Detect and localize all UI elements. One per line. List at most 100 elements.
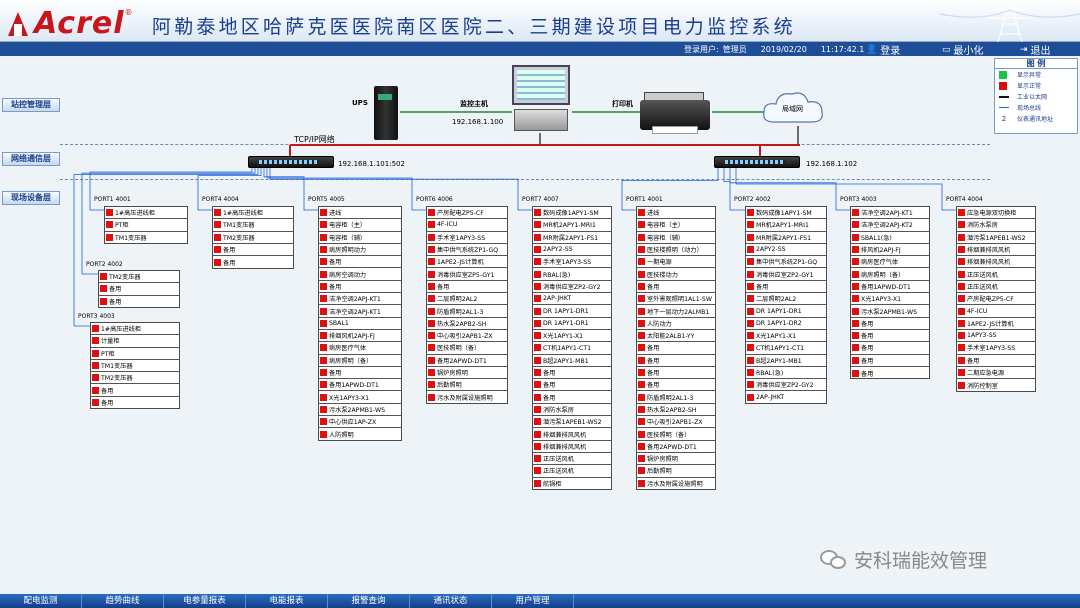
monitor-host-icon[interactable] — [512, 65, 570, 133]
device-row[interactable]: 二层照明2AL2 — [746, 293, 826, 306]
device-row[interactable]: 1#高压进线柜 — [91, 323, 179, 336]
device-row[interactable]: 人防照明 — [319, 428, 401, 440]
device-row[interactable]: 航锅柜 — [533, 478, 611, 490]
device-row[interactable]: 产房配电ZP5-CF — [957, 293, 1035, 306]
device-row[interactable]: TM1变压器 — [91, 360, 179, 373]
printer-icon[interactable] — [640, 92, 712, 136]
device-row[interactable]: 洁净空调2APJ-KT1 — [851, 207, 929, 220]
tab-communication-status[interactable]: 通讯状态 — [410, 594, 492, 608]
device-row[interactable]: 消毒供应室ZP2-GY2 — [746, 379, 826, 392]
device-row[interactable]: 备用 — [427, 281, 507, 294]
device-row[interactable]: CT机1APY1-CT1 — [533, 342, 611, 355]
network-switch-1[interactable] — [248, 156, 334, 168]
tab-energy-report[interactable]: 电能报表 — [246, 594, 328, 608]
device-row[interactable]: SBAL1(急) — [851, 232, 929, 244]
device-row[interactable]: 医技楼动力 — [637, 269, 715, 281]
device-row[interactable]: 污水及附属设施照明 — [427, 392, 507, 404]
device-row[interactable]: 病房照明动力 — [319, 244, 401, 257]
device-row[interactable]: 数码成像1APY1-SM — [533, 207, 611, 220]
device-row[interactable]: 污水泵2APMB1-WS — [319, 404, 401, 417]
device-row[interactable]: 备用 — [637, 342, 715, 355]
device-row[interactable]: 备用 — [637, 367, 715, 380]
device-row[interactable]: 病房空调动力 — [319, 269, 401, 281]
device-row[interactable]: 病房医疗气体 — [851, 256, 929, 269]
device-row[interactable]: 备用 — [851, 367, 929, 379]
device-row[interactable]: 备用1APWD-DT1 — [319, 379, 401, 392]
device-row[interactable]: MR机2APY1-MRI1 — [746, 219, 826, 232]
device-row[interactable]: 备用 — [957, 355, 1035, 367]
device-row[interactable]: 电容柜（辅） — [319, 232, 401, 244]
device-row[interactable]: 二层照明2AL2 — [427, 293, 507, 306]
device-row[interactable]: 地下一层动力2ALMB1 — [637, 305, 715, 318]
network-switch-2[interactable] — [714, 156, 800, 168]
device-row[interactable]: MR附属2APY1-FS1 — [533, 232, 611, 244]
device-row[interactable]: 备用 — [99, 296, 179, 308]
device-row[interactable]: 防盾照明2AL1-3 — [427, 305, 507, 318]
device-row[interactable]: 进线 — [637, 207, 715, 220]
device-row[interactable]: 二期应急电源 — [957, 367, 1035, 380]
device-row[interactable]: 2AP-JHKT — [746, 392, 826, 404]
device-row[interactable]: 1APE2-JS计算机 — [957, 318, 1035, 330]
device-row[interactable]: 洁净空调2APJ-KT1 — [319, 293, 401, 306]
device-row[interactable]: 中心供应1AP-ZX — [319, 416, 401, 429]
device-row[interactable]: 备用 — [319, 281, 401, 294]
device-row[interactable]: 排风机2APJ-FJ — [851, 244, 929, 257]
device-row[interactable]: 1APY3-SS — [957, 330, 1035, 343]
device-row[interactable]: TM2变压器 — [99, 271, 179, 284]
device-row[interactable]: 锅炉房照明 — [637, 453, 715, 466]
device-row[interactable]: 备用 — [851, 318, 929, 330]
device-row[interactable]: 正压送风机 — [533, 465, 611, 478]
device-row[interactable]: 手术室1APY3-SS — [957, 342, 1035, 355]
device-row[interactable]: 洁净空调2APJ-KT2 — [851, 219, 929, 232]
device-row[interactable]: 一期电源 — [637, 256, 715, 269]
device-row[interactable]: 备用 — [746, 281, 826, 294]
device-row[interactable]: 消毒供应室ZP5-GY1 — [427, 269, 507, 281]
device-row[interactable]: 污水泵2APMB1-WS — [851, 305, 929, 318]
device-row[interactable]: 备用 — [533, 392, 611, 404]
device-row[interactable]: 备用2APWD-DT1 — [427, 355, 507, 367]
device-row[interactable]: 热水泵2APB2-SH — [637, 404, 715, 417]
device-row[interactable]: 排烟兼排风风机 — [957, 244, 1035, 257]
tab-trend-curve[interactable]: 趋势曲线 — [82, 594, 164, 608]
device-row[interactable]: 备用 — [637, 281, 715, 294]
device-row[interactable]: 热水泵2APB2-SH — [427, 318, 507, 330]
device-row[interactable]: 1APE2-JS计算机 — [427, 256, 507, 269]
device-row[interactable]: 数码成像1APY1-SM — [746, 207, 826, 220]
device-row[interactable]: 备用 — [91, 397, 179, 409]
device-row[interactable]: 产房配电ZP5-CF — [427, 207, 507, 220]
device-row[interactable]: 4F-ICU — [427, 219, 507, 232]
device-row[interactable]: 病房照明（备） — [851, 269, 929, 281]
device-row[interactable]: 电容柜（主） — [319, 219, 401, 232]
device-row[interactable]: DR 1APY1-DR2 — [746, 318, 826, 330]
device-row[interactable]: 潜污泵1APEB1-WS2 — [533, 416, 611, 429]
device-row[interactable]: 防盾照明2AL1-3 — [637, 392, 715, 404]
device-row[interactable]: X光1APY1-X1 — [533, 330, 611, 343]
tab-user-management[interactable]: 用户管理 — [492, 594, 574, 608]
device-row[interactable]: 正压送风机 — [533, 453, 611, 466]
device-row[interactable]: 备用 — [213, 256, 293, 268]
device-row[interactable]: 锅炉房照明 — [427, 367, 507, 380]
device-row[interactable]: 消毒供应室ZP2-GY2 — [533, 281, 611, 294]
device-row[interactable]: 备用 — [99, 283, 179, 296]
device-row[interactable]: 医技楼照明（动力） — [637, 244, 715, 257]
device-row[interactable]: 人防动力 — [637, 318, 715, 330]
device-row[interactable]: 排烟兼排风风机 — [533, 441, 611, 453]
device-row[interactable]: B超2APY1-MB1 — [533, 355, 611, 367]
device-row[interactable]: X光1APY3-X1 — [319, 392, 401, 404]
device-row[interactable]: 消防水泵房 — [957, 219, 1035, 232]
device-row[interactable]: 医技照明（备） — [427, 342, 507, 355]
device-row[interactable]: SBAL1 — [319, 318, 401, 330]
device-row[interactable]: 室外景观照明1AL1-SW — [637, 293, 715, 306]
device-row[interactable]: 消防水泵房 — [533, 404, 611, 417]
device-row[interactable]: 进线 — [319, 207, 401, 220]
device-row[interactable]: 电容柜（主） — [637, 219, 715, 232]
device-row[interactable]: 排烟风机2APJ-FJ — [319, 330, 401, 343]
tab-parameter-report[interactable]: 电参量报表 — [164, 594, 246, 608]
device-row[interactable]: MR机2APY1-MRI1 — [533, 219, 611, 232]
device-row[interactable]: 备用 — [319, 256, 401, 269]
device-row[interactable]: RBAL(急) — [746, 367, 826, 380]
device-row[interactable]: 正压送风机 — [957, 281, 1035, 294]
device-row[interactable]: 4F-ICU — [957, 305, 1035, 318]
ups-icon[interactable] — [374, 86, 398, 140]
device-row[interactable]: 病房医疗气体 — [319, 342, 401, 355]
